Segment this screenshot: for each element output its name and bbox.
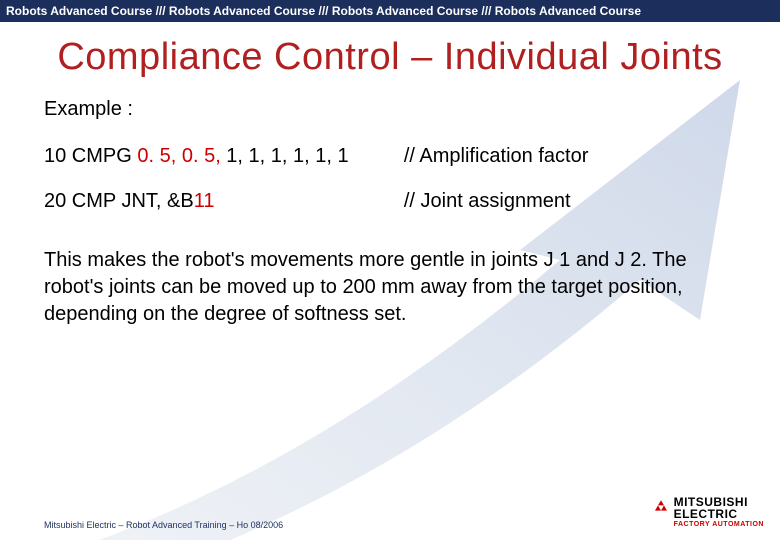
code-line-2: 20 CMP JNT, &B11 <box>44 184 404 229</box>
slide-title: Compliance Control – Individual Joints <box>40 36 740 80</box>
mitsubishi-logo: MITSUBISHI ELECTRIC FACTORY AUTOMATION <box>652 496 764 528</box>
header-text: Robots Advanced Course /// Robots Advanc… <box>6 4 641 18</box>
mitsubishi-diamonds-icon <box>652 500 670 516</box>
content-area: Example : 10 CMPG 0. 5, 0. 5, 1, 1, 1, 1… <box>0 98 780 328</box>
code-highlight: 0. 5, 0. 5, <box>137 145 220 167</box>
code-text: 1, 1, 1, 1, 1, 1 <box>221 145 349 167</box>
table-row: 20 CMP JNT, &B11 // Joint assignment <box>44 184 736 229</box>
logo-brand-line2: ELECTRIC <box>674 508 748 520</box>
code-highlight: 11 <box>194 190 215 212</box>
table-row: 10 CMPG 0. 5, 0. 5, 1, 1, 1, 1, 1, 1 // … <box>44 139 736 184</box>
code-text: 20 CMP JNT, &B <box>44 190 194 212</box>
code-example-table: 10 CMPG 0. 5, 0. 5, 1, 1, 1, 1, 1, 1 // … <box>44 139 736 229</box>
code-text: 10 CMPG <box>44 145 137 167</box>
code-line-1: 10 CMPG 0. 5, 0. 5, 1, 1, 1, 1, 1, 1 <box>44 139 404 184</box>
header-bar: Robots Advanced Course /// Robots Advanc… <box>0 0 780 22</box>
footer-text: Mitsubishi Electric – Robot Advanced Tra… <box>44 520 283 530</box>
example-label: Example : <box>44 98 736 121</box>
code-comment-1: // Amplification factor <box>404 139 736 184</box>
code-comment-2: // Joint assignment <box>404 184 736 229</box>
body-paragraph: This makes the robot's movements more ge… <box>44 247 736 328</box>
logo-subtext: FACTORY AUTOMATION <box>674 521 764 528</box>
